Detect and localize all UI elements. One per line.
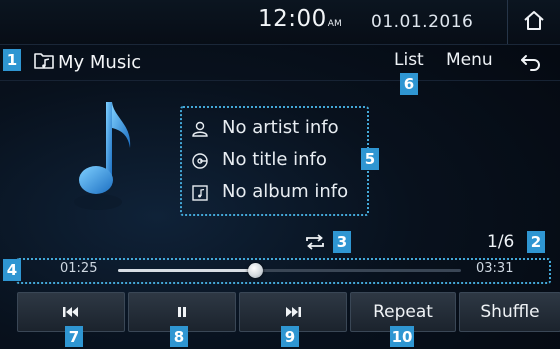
album-icon <box>192 185 208 201</box>
callout-marker-5: 5 <box>361 148 379 170</box>
music-folder-icon <box>34 53 54 69</box>
skip-next-icon <box>286 307 301 317</box>
home-button[interactable] <box>507 0 560 44</box>
pause-icon <box>178 307 186 317</box>
track-count: 1/6 <box>487 232 515 252</box>
callout-marker-9: 9 <box>281 326 299 347</box>
album-art-music-note-icon <box>74 102 131 210</box>
clock-time: 12:00 <box>258 6 327 32</box>
artist-row: No artist info <box>182 114 367 144</box>
title-row: No title info <box>182 146 367 176</box>
callout-marker-3: 3 <box>333 231 351 253</box>
artist-name: No artist info <box>222 117 339 138</box>
date: 01.01.2016 <box>371 12 474 32</box>
progress-fill <box>118 269 256 272</box>
menu-button[interactable]: Menu <box>446 50 493 70</box>
total-time: 03:31 <box>476 261 514 276</box>
callout-marker-7: 7 <box>65 326 83 347</box>
callout-marker-2: 2 <box>527 231 545 253</box>
callout-marker-8: 8 <box>170 326 188 347</box>
list-button[interactable]: List <box>394 50 424 70</box>
person-icon <box>192 121 208 137</box>
callout-marker-1: 1 <box>3 49 21 71</box>
clock: 12:00AM <box>258 6 342 32</box>
callout-marker-4: 4 <box>3 259 21 281</box>
disc-icon <box>192 153 208 169</box>
callout-marker-6: 6 <box>400 73 418 95</box>
repeat-icon <box>306 234 324 250</box>
home-icon <box>524 11 544 30</box>
elapsed-time: 01:25 <box>60 261 98 276</box>
status-bar: 12:00AM 01.01.2016 <box>0 0 560 45</box>
skip-previous-icon <box>63 307 78 317</box>
back-arrow-icon[interactable] <box>519 52 543 72</box>
track-info-box: No artist info No title info No album in… <box>180 106 369 216</box>
album-name: No album info <box>222 181 349 202</box>
album-row: No album info <box>182 178 367 208</box>
song-title: No title info <box>222 149 327 170</box>
shuffle-button[interactable]: Shuffle <box>459 292 560 332</box>
page-title: My Music <box>58 52 142 73</box>
progress-track[interactable] <box>118 263 461 278</box>
clock-ampm: AM <box>327 19 342 29</box>
callout-marker-10: 10 <box>390 326 414 347</box>
